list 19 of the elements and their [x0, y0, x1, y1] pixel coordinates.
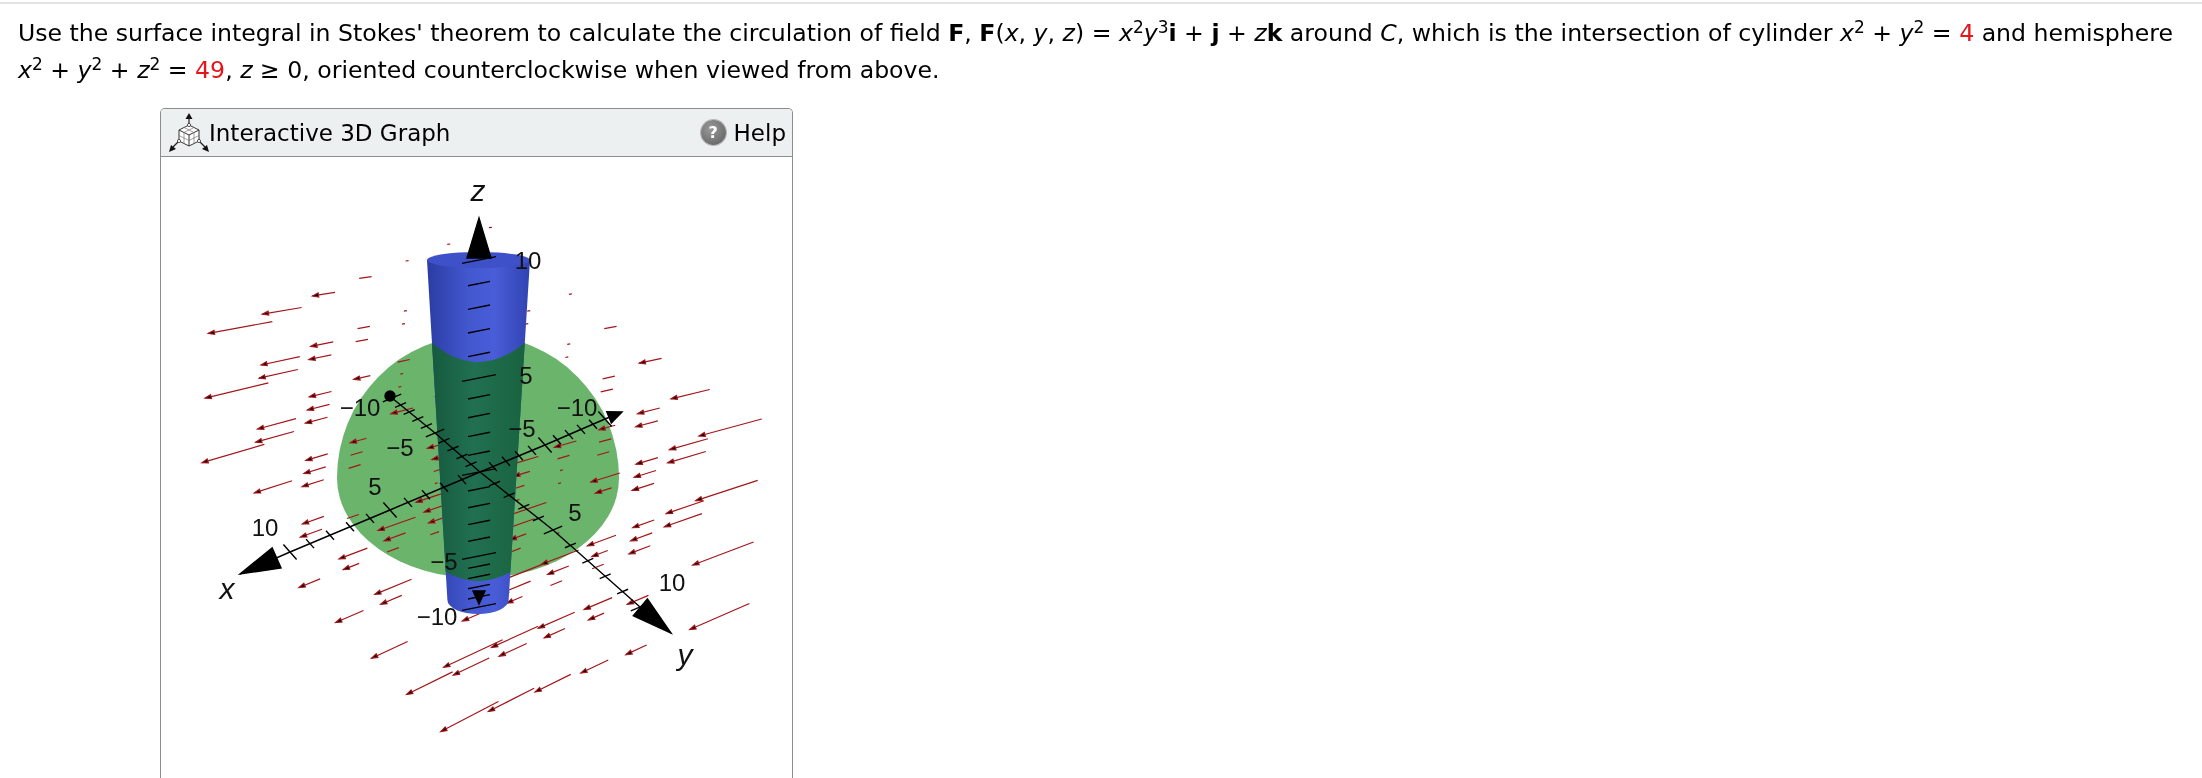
question-text: Use the surface integral in Stokes' theorem to calculate the circulation of field F, F(x, y, z) = x$^{2}$y$^{3}$i + j + zk around C, which is the intersection of cylinder x$^{2}$ + y$^{2}$ = 4 and hemisphere x$^{2}$ + y$^{2}$ + z$^{2}$ = 49, z ≥ 0, oriented counterclockwise when viewed from above. — [16, 15, 2174, 86]
cube-icon — [169, 112, 209, 153]
axis-tick-label: 10 — [514, 246, 542, 274]
axis-label: x — [219, 571, 235, 605]
axis-tick-label: −10 — [556, 393, 598, 421]
axis-tick-label: −5 — [430, 547, 458, 575]
axis-tick-label: −10 — [416, 602, 458, 630]
help-icon: ? — [700, 120, 726, 145]
axis-tick-label: 5 — [519, 361, 533, 389]
axis-tick-label: 5 — [568, 498, 582, 526]
axis-tick-label: −5 — [386, 433, 414, 461]
help-button[interactable]: ? Help — [700, 119, 786, 146]
graph-title: Interactive 3D Graph — [209, 119, 451, 146]
axis-tick-label: 10 — [658, 568, 686, 596]
axis-tick-label: 5 — [368, 472, 382, 500]
axis-label: y — [677, 637, 693, 671]
axis-label: z — [470, 173, 486, 207]
axis-tick-label: 10 — [251, 513, 279, 541]
axis-tick-label: −5 — [508, 414, 536, 442]
